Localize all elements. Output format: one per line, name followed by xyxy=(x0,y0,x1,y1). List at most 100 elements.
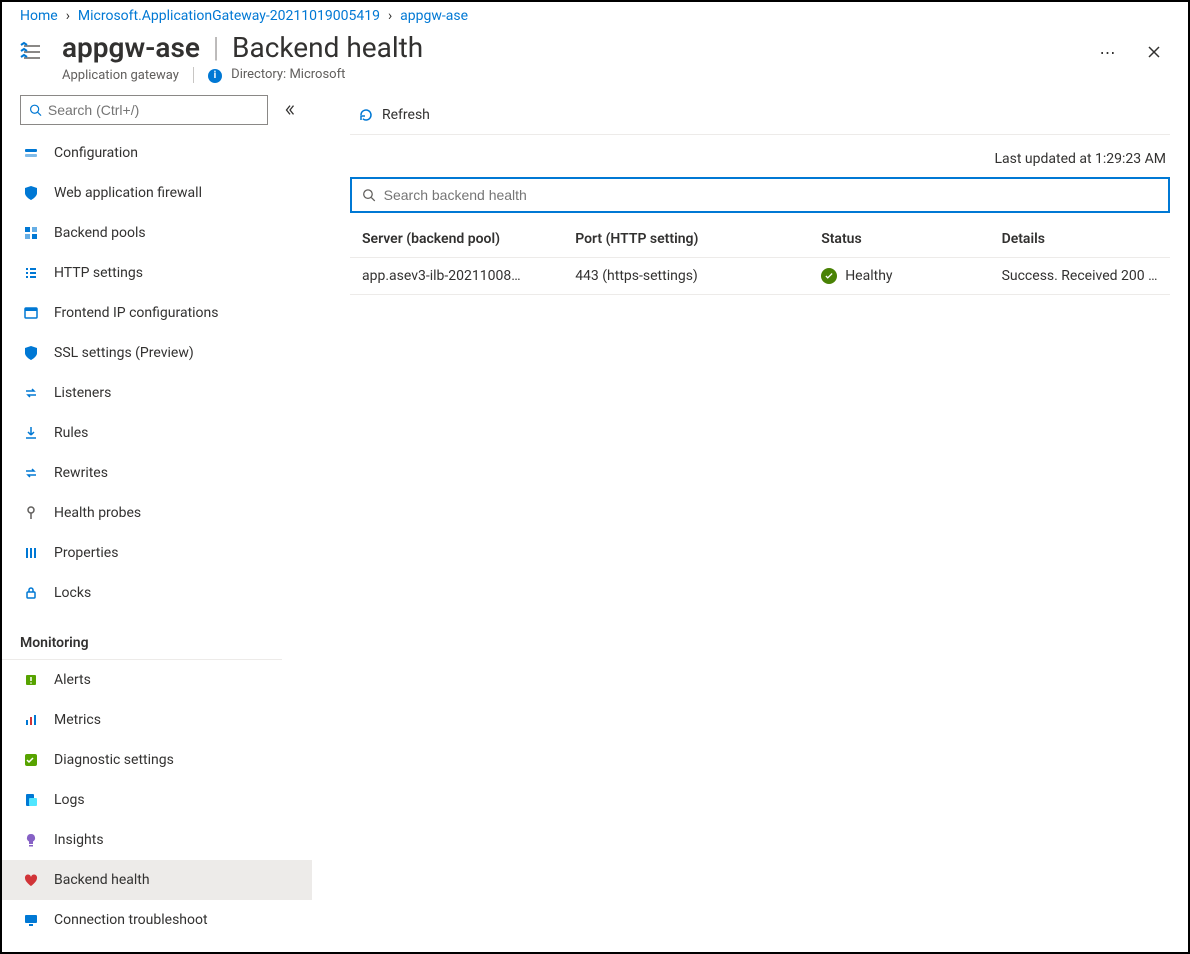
breadcrumb: Home › Microsoft.ApplicationGateway-2021… xyxy=(2,2,1188,28)
waf-icon xyxy=(22,184,40,202)
sidebar-item-label: Diagnostic settings xyxy=(54,752,174,768)
metrics-icon xyxy=(22,711,40,729)
toolbar: Refresh xyxy=(350,95,1170,135)
sidebar-item-label: Connection troubleshoot xyxy=(54,912,208,928)
cell-details: Success. Received 200 st… xyxy=(990,258,1170,295)
backend-health-table: Server (backend pool) Port (HTTP setting… xyxy=(350,221,1170,295)
sidebar-search[interactable] xyxy=(20,95,268,125)
main-content: Refresh Last updated at 1:29:23 AM Serve… xyxy=(312,91,1188,952)
sidebar-item-alerts[interactable]: Alerts xyxy=(2,660,312,700)
sidebar-item-diagnostic[interactable]: Diagnostic settings xyxy=(2,740,312,780)
frontend-ip-icon xyxy=(22,304,40,322)
insights-icon xyxy=(22,831,40,849)
status-healthy-icon xyxy=(821,268,837,284)
breadcrumb-current[interactable]: appgw-ase xyxy=(400,8,468,24)
col-header-server[interactable]: Server (backend pool) xyxy=(350,221,563,258)
sidebar-section-monitoring: Monitoring xyxy=(2,613,282,660)
sidebar-search-input[interactable] xyxy=(48,102,259,118)
alerts-icon xyxy=(22,671,40,689)
sidebar-item-label: Listeners xyxy=(54,385,111,401)
sidebar-item-label: SSL settings (Preview) xyxy=(54,345,194,361)
ssl-settings-icon xyxy=(22,344,40,362)
collapse-sidebar-button[interactable] xyxy=(276,96,304,124)
refresh-button[interactable]: Refresh xyxy=(350,99,438,131)
sidebar-item-label: Frontend IP configurations xyxy=(54,305,219,321)
sidebar-item-logs[interactable]: Logs xyxy=(2,780,312,820)
sidebar-item-backend-health[interactable]: Backend health xyxy=(2,860,312,900)
configuration-icon xyxy=(22,144,40,162)
cell-status: Healthy xyxy=(809,258,989,295)
backend-health-search[interactable] xyxy=(350,177,1170,213)
col-header-details[interactable]: Details xyxy=(990,221,1170,258)
table-row[interactable]: app.asev3-ilb-20211008…443 (https-settin… xyxy=(350,258,1170,295)
sidebar-item-label: Metrics xyxy=(54,712,101,728)
backend-pools-icon xyxy=(22,224,40,242)
sidebar-item-backend-pools[interactable]: Backend pools xyxy=(2,213,312,253)
col-header-port[interactable]: Port (HTTP setting) xyxy=(563,221,809,258)
sidebar-item-label: Backend pools xyxy=(54,225,146,241)
cell-server: app.asev3-ilb-20211008… xyxy=(350,258,563,295)
listeners-icon xyxy=(22,384,40,402)
backend-health-search-input[interactable] xyxy=(384,187,1158,203)
sidebar-item-configuration[interactable]: Configuration xyxy=(2,133,312,173)
sidebar-item-rules[interactable]: Rules xyxy=(2,413,312,453)
locks-icon xyxy=(22,584,40,602)
search-icon xyxy=(362,188,376,202)
sidebar-item-label: Insights xyxy=(54,832,104,848)
breadcrumb-rg[interactable]: Microsoft.ApplicationGateway-20211019005… xyxy=(78,8,380,24)
backend-health-icon xyxy=(22,871,40,889)
sidebar-item-metrics[interactable]: Metrics xyxy=(2,700,312,740)
refresh-icon xyxy=(358,107,374,123)
sidebar-item-label: Locks xyxy=(54,585,91,601)
sidebar: Configuration Web application firewall Bac… xyxy=(2,91,312,952)
chevrons-left-icon xyxy=(283,103,297,117)
sidebar-item-label: Alerts xyxy=(54,672,91,688)
col-header-status[interactable]: Status xyxy=(809,221,989,258)
breadcrumb-home[interactable]: Home xyxy=(20,8,58,24)
last-updated: Last updated at 1:29:23 AM xyxy=(350,135,1170,177)
logs-icon xyxy=(22,791,40,809)
info-icon: i xyxy=(208,69,222,83)
sidebar-item-label: Logs xyxy=(54,792,85,808)
health-probes-icon xyxy=(22,504,40,522)
sidebar-item-locks[interactable]: Locks xyxy=(2,573,312,613)
refresh-label: Refresh xyxy=(382,107,430,123)
sidebar-item-label: Backend health xyxy=(54,872,150,888)
sidebar-item-listeners[interactable]: Listeners xyxy=(2,373,312,413)
sidebar-item-label: Web application firewall xyxy=(54,185,202,201)
sidebar-item-http-settings[interactable]: HTTP settings xyxy=(2,253,312,293)
sidebar-item-ssl-settings[interactable]: SSL settings (Preview) xyxy=(2,333,312,373)
close-button[interactable] xyxy=(1138,36,1170,68)
sidebar-item-label: Rewrites xyxy=(54,465,108,481)
sidebar-item-label: Properties xyxy=(54,545,118,561)
breadcrumb-separator: › xyxy=(66,8,70,24)
page-header: appgw-ase | Backend health Application g… xyxy=(2,28,1188,91)
sidebar-item-frontend-ip[interactable]: Frontend IP configurations xyxy=(2,293,312,333)
sidebar-item-rewrites[interactable]: Rewrites xyxy=(2,453,312,493)
sidebar-item-label: Health probes xyxy=(54,505,141,521)
http-settings-icon xyxy=(22,264,40,282)
page-title: appgw-ase | Backend health xyxy=(62,30,1078,66)
properties-icon xyxy=(22,544,40,562)
status-text: Healthy xyxy=(845,268,892,284)
more-actions-button[interactable]: ⋯ xyxy=(1092,36,1124,68)
resource-type-icon xyxy=(20,38,48,66)
sidebar-item-label: Configuration xyxy=(54,145,138,161)
resource-type-label: Application gateway xyxy=(62,68,179,83)
sidebar-item-properties[interactable]: Properties xyxy=(2,533,312,573)
blade-title: Backend health xyxy=(232,31,423,64)
sidebar-item-health-probes[interactable]: Health probes xyxy=(2,493,312,533)
breadcrumb-separator: › xyxy=(388,8,392,24)
cell-port: 443 (https-settings) xyxy=(563,258,809,295)
search-icon xyxy=(29,103,42,117)
diagnostic-icon xyxy=(22,751,40,769)
conn-trouble-icon xyxy=(22,911,40,929)
sidebar-item-insights[interactable]: Insights xyxy=(2,820,312,860)
resource-name: appgw-ase xyxy=(62,31,200,64)
directory-row: i Directory: Microsoft xyxy=(208,67,345,83)
sidebar-item-waf[interactable]: Web application firewall xyxy=(2,173,312,213)
sidebar-item-label: HTTP settings xyxy=(54,265,143,281)
sidebar-item-conn-trouble[interactable]: Connection troubleshoot xyxy=(2,900,312,940)
rules-icon xyxy=(22,424,40,442)
rewrites-icon xyxy=(22,464,40,482)
